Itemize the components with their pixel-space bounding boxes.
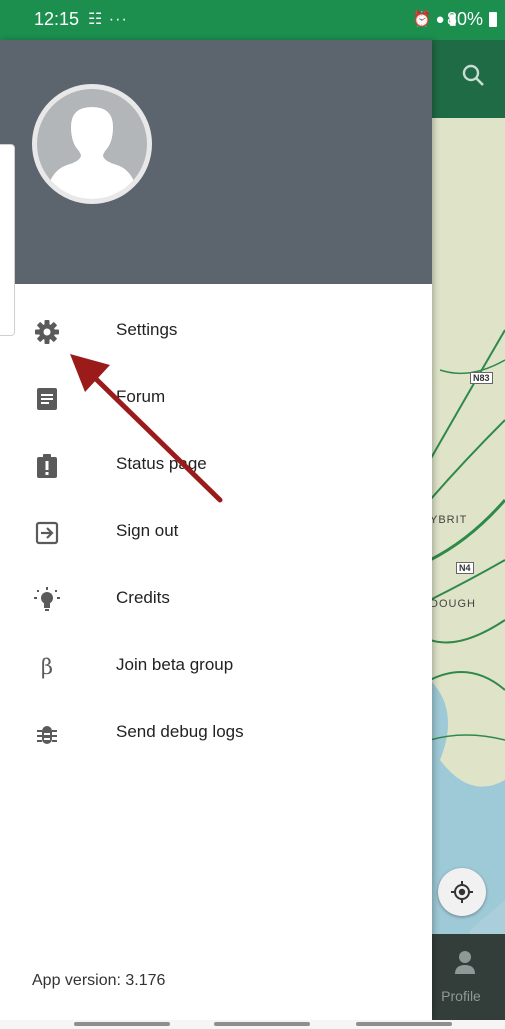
search-icon[interactable] (460, 62, 488, 90)
beta-icon: β (40, 655, 54, 679)
menu-item-credits[interactable]: Credits (0, 566, 432, 633)
avatar[interactable] (32, 84, 152, 204)
map-toolbar (430, 40, 505, 118)
menu-item-label: Sign out (116, 521, 179, 540)
nav-home-indicator[interactable] (214, 1022, 310, 1026)
bug-icon (37, 726, 57, 744)
menu-item-settings[interactable]: Settings (0, 298, 432, 365)
menu-item-send-debug-logs[interactable]: Send debug logs (0, 700, 432, 767)
app-version: App version: 3.176 (32, 972, 166, 989)
profile-label: Profile (441, 988, 481, 1004)
person-icon (455, 951, 475, 974)
road-label: N4 (456, 562, 474, 574)
menu-item-label: Settings (116, 320, 178, 339)
battery-percentage: 80% (446, 9, 483, 29)
forum-icon (37, 388, 57, 410)
menu-item-label: Forum (116, 387, 166, 406)
menu-item-status-page[interactable]: Status page (0, 432, 432, 499)
person-silhouette-icon (45, 107, 139, 199)
status-bar: 12:15 ☷ ··· ⏰ ● ▮ 80% (0, 0, 505, 40)
notification-icons: ☷ ··· (88, 11, 128, 28)
drawer-header (0, 40, 432, 284)
battery-icon (489, 12, 497, 27)
crosshair-icon (451, 881, 473, 903)
navigation-drawer: Settings Forum Status page Sign out Cred… (0, 40, 432, 1020)
my-location-button[interactable] (438, 868, 486, 916)
profile-tab[interactable]: Profile (430, 934, 505, 1020)
nav-recents-indicator[interactable] (356, 1022, 452, 1026)
gear-icon (35, 320, 59, 344)
menu-item-forum[interactable]: Forum (0, 365, 432, 432)
menu-item-label: Credits (116, 588, 170, 607)
place-label: YBRIT (430, 514, 468, 526)
system-nav-bar (0, 1020, 505, 1029)
status-icon (37, 454, 57, 478)
menu-item-label: Join beta group (116, 655, 234, 674)
road-label: N83 (470, 372, 493, 384)
nav-back-indicator[interactable] (74, 1022, 170, 1026)
sign-out-icon (35, 521, 59, 545)
lightbulb-icon (34, 587, 60, 611)
drawer-menu: Settings Forum Status page Sign out Cred… (0, 298, 432, 767)
menu-item-label: Send debug logs (116, 722, 244, 741)
status-time: 12:15 (34, 9, 80, 29)
menu-item-join-beta[interactable]: β Join beta group (0, 633, 432, 700)
place-label: DOUGH (430, 598, 476, 610)
menu-item-label: Status page (116, 454, 207, 473)
map-view[interactable]: N83 YBRIT N4 DOUGH Profile (430, 40, 505, 1020)
menu-item-sign-out[interactable]: Sign out (0, 499, 432, 566)
